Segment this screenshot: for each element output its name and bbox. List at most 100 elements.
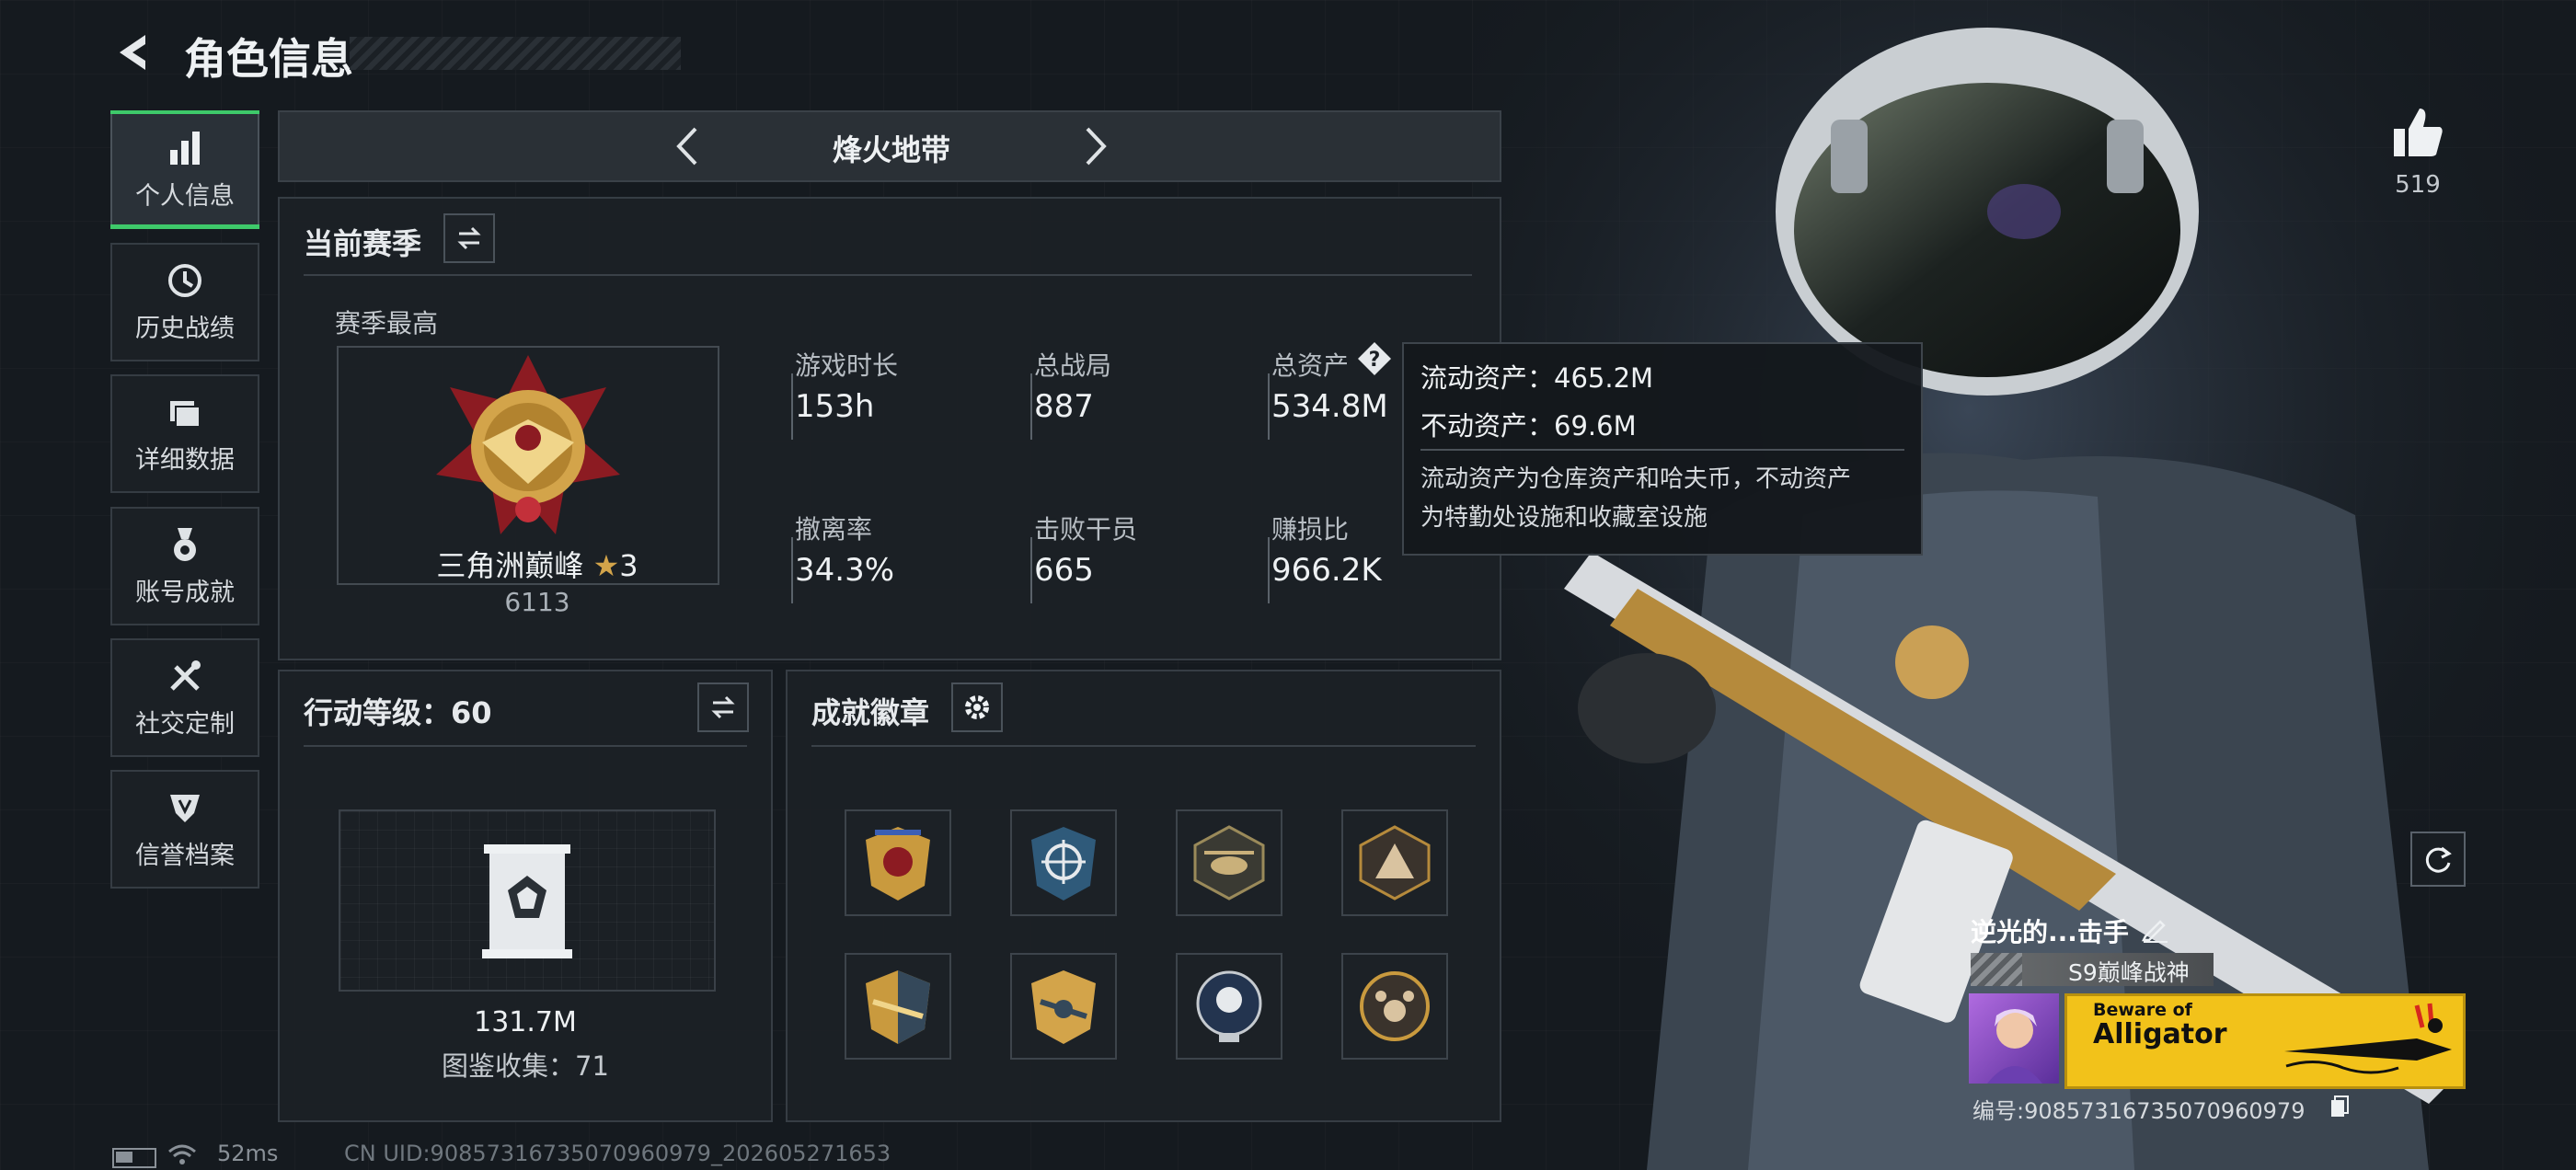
wifi-icon	[167, 1142, 197, 1166]
achievements-settings-button[interactable]	[951, 682, 1003, 732]
achievement-badge[interactable]	[1010, 809, 1117, 916]
stat-divider	[791, 537, 793, 603]
achievement-badge[interactable]	[1010, 953, 1117, 1060]
likes-count: 519	[2395, 171, 2441, 199]
star-icon: ★	[592, 548, 620, 583]
svg-text:?: ?	[1369, 349, 1381, 372]
sidebar-item-profile[interactable]: 个人信息	[110, 110, 259, 229]
chevron-right-icon	[1086, 127, 1107, 166]
edit-name-button[interactable]	[2140, 912, 2171, 944]
gold-wings-badge-icon	[1031, 970, 1096, 1044]
stat-label-extract-rate: 撤离率	[795, 514, 873, 545]
achievement-badge[interactable]	[1176, 809, 1282, 916]
avatar[interactable]	[1969, 993, 2059, 1084]
sidebar-item-label: 历史战绩	[135, 315, 235, 343]
assets-help-button[interactable]: ?	[1356, 340, 1393, 377]
helicopter-badge-icon	[1193, 825, 1265, 900]
active-indicator-bottom	[110, 224, 259, 229]
skull-badge-icon	[1196, 970, 1262, 1042]
triangle-badge-icon	[1359, 825, 1431, 900]
back-button[interactable]	[110, 29, 156, 75]
divider	[811, 745, 1476, 747]
alligator-graphic	[2279, 996, 2459, 1081]
divider	[304, 745, 747, 747]
action-level-switch-button[interactable]	[697, 682, 749, 732]
stat-divider	[1268, 373, 1270, 440]
header: 角色信息	[110, 26, 681, 84]
swap-icon	[457, 226, 481, 250]
sidebar-item-details[interactable]: 详细数据	[110, 374, 259, 493]
rank-emblem	[427, 346, 629, 548]
avatar-portrait	[1987, 1009, 2042, 1084]
question-icon: ?	[1358, 342, 1391, 375]
stat-label-playtime: 游戏时长	[795, 350, 899, 381]
like-button[interactable]	[2388, 103, 2447, 162]
prev-mode-button[interactable]	[666, 123, 712, 169]
back-arrow-icon	[120, 35, 145, 70]
copy-icon	[2331, 1095, 2349, 1117]
achievement-badge[interactable]	[845, 953, 951, 1060]
thumbs-up-icon	[2394, 109, 2443, 156]
rank-stars: 3	[619, 548, 638, 583]
collection-case-icon	[478, 841, 576, 960]
stat-label-profit-ratio: 赚损比	[1271, 514, 1350, 545]
copy-id-button[interactable]	[2329, 1095, 2350, 1118]
refresh-icon	[2425, 846, 2452, 873]
player-id: 编号:90857316735070960979	[1972, 1098, 2306, 1124]
collection-display	[339, 809, 716, 992]
title-tag-text: S9巅峰战神	[2068, 959, 2190, 986]
sidebar-item-label: 账号成就	[135, 579, 235, 607]
mode-title: 烽火地带	[832, 132, 950, 167]
player-card: 逆光的...击手 S9巅峰战神 Beware of Alligator 编号:9…	[1969, 912, 2466, 1133]
stat-label-matches: 总战局	[1034, 350, 1112, 381]
collection-value: 131.7M	[474, 1006, 577, 1038]
folder-icon	[165, 392, 205, 432]
sidebar-item-history[interactable]: 历史战绩	[110, 243, 259, 361]
stat-value-extract-rate: 34.3%	[795, 552, 895, 589]
achievement-badge[interactable]	[1341, 953, 1448, 1060]
next-mode-button[interactable]	[1071, 123, 1117, 169]
name-banner: Beware of Alligator	[2064, 993, 2466, 1089]
rank-points: 6113	[504, 587, 570, 617]
wings-badge-icon	[866, 970, 930, 1044]
refresh-button[interactable]	[2410, 832, 2466, 887]
stat-divider	[1030, 537, 1032, 603]
swap-icon	[711, 695, 735, 719]
sidebar-item-reputation[interactable]: 信誉档案	[110, 770, 259, 889]
stat-value-playtime: 153h	[795, 388, 875, 425]
title-decoration	[350, 37, 681, 70]
eagle-badge-icon	[866, 827, 930, 900]
season-title: 当前赛季	[304, 226, 422, 261]
player-name: 逆光的...击手	[1971, 917, 2129, 947]
status-bar: 52ms CN UID:90857316735070960979_2026052…	[110, 1141, 1122, 1168]
collection-count: 图鉴收集：71	[442, 1050, 609, 1082]
title-tag-pattern	[1971, 953, 2022, 986]
tooltip-desc-line2: 为特勤处设施和收藏室设施	[1420, 504, 1708, 532]
paw-badge-icon	[1360, 971, 1430, 1041]
shield-icon	[165, 787, 205, 828]
achievement-badge[interactable]	[1341, 809, 1448, 916]
stat-divider	[1268, 537, 1270, 603]
medal-icon	[165, 524, 205, 565]
achievement-badge[interactable]	[1176, 953, 1282, 1060]
achievements-title: 成就徽章	[811, 695, 930, 730]
tools-icon	[165, 656, 205, 696]
tooltip-fixed-assets: 不动资产：69.6M	[1420, 410, 1637, 442]
divider	[304, 274, 1472, 276]
sidebar-item-social[interactable]: 社交定制	[110, 638, 259, 757]
assets-tooltip: 流动资产：465.2M 不动资产：69.6M 流动资产为仓库资产和哈夫币，不动资…	[1402, 342, 1923, 556]
achievements-panel: 成就徽章	[786, 670, 1501, 1122]
crosshair-badge-icon	[1031, 827, 1096, 900]
mode-selector: 烽火地带	[278, 110, 1501, 182]
stat-value-profit-ratio: 966.2K	[1271, 552, 1382, 589]
banner-top-text: Beware of	[2093, 1000, 2192, 1020]
battery-icon	[112, 1148, 156, 1168]
season-switch-button[interactable]	[443, 213, 495, 263]
achievement-badge[interactable]	[845, 809, 951, 916]
gear-icon	[965, 695, 989, 719]
uid-text: CN UID:90857316735070960979_202605271653	[344, 1141, 891, 1166]
sidebar-item-achievements[interactable]: 账号成就	[110, 507, 259, 625]
sidebar-item-label: 详细数据	[135, 446, 235, 475]
edit-pencil-icon	[2141, 920, 2168, 943]
stat-value-kills: 665	[1034, 552, 1094, 589]
